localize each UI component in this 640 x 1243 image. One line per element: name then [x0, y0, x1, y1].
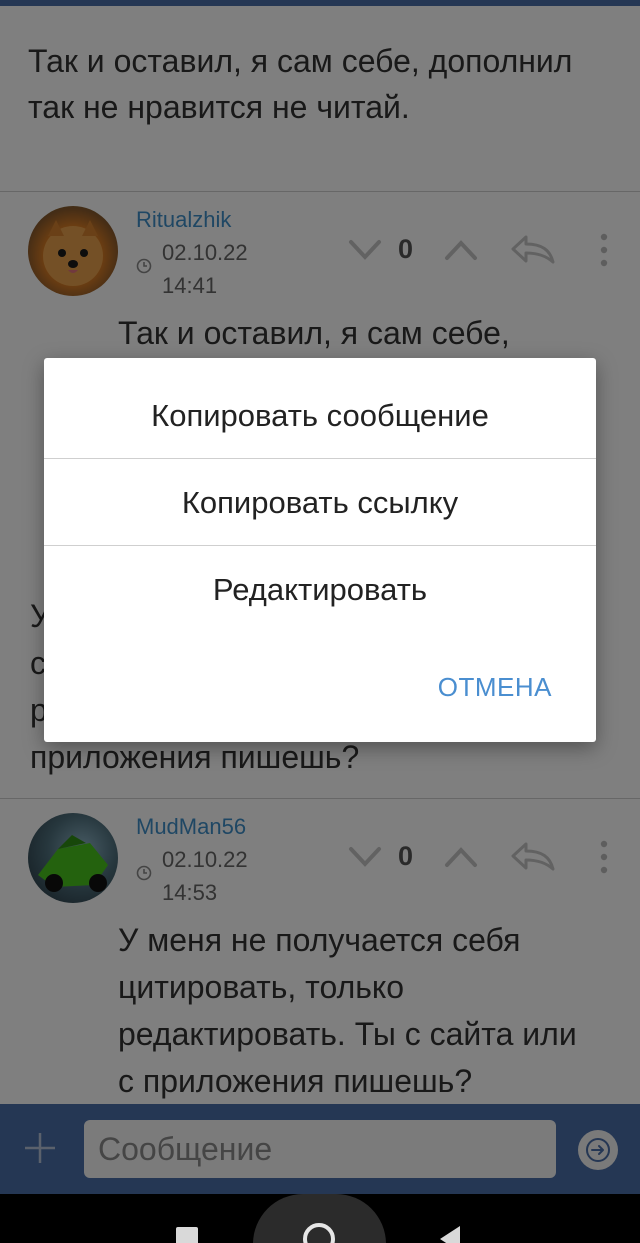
context-menu-dialog: Копировать сообщение Копировать ссылку Р…	[44, 358, 596, 742]
recents-button[interactable]	[176, 1227, 198, 1243]
divider	[44, 458, 596, 459]
divider	[44, 545, 596, 546]
home-button[interactable]	[253, 1194, 386, 1243]
system-navigation-bar	[0, 1194, 640, 1243]
home-icon	[303, 1223, 335, 1243]
menu-item-copy-message[interactable]: Копировать сообщение	[44, 398, 596, 434]
back-icon[interactable]	[436, 1224, 462, 1243]
cancel-button[interactable]: ОТМЕНА	[438, 672, 552, 703]
menu-item-copy-link[interactable]: Копировать ссылку	[44, 485, 596, 521]
menu-item-edit[interactable]: Редактировать	[44, 572, 596, 608]
